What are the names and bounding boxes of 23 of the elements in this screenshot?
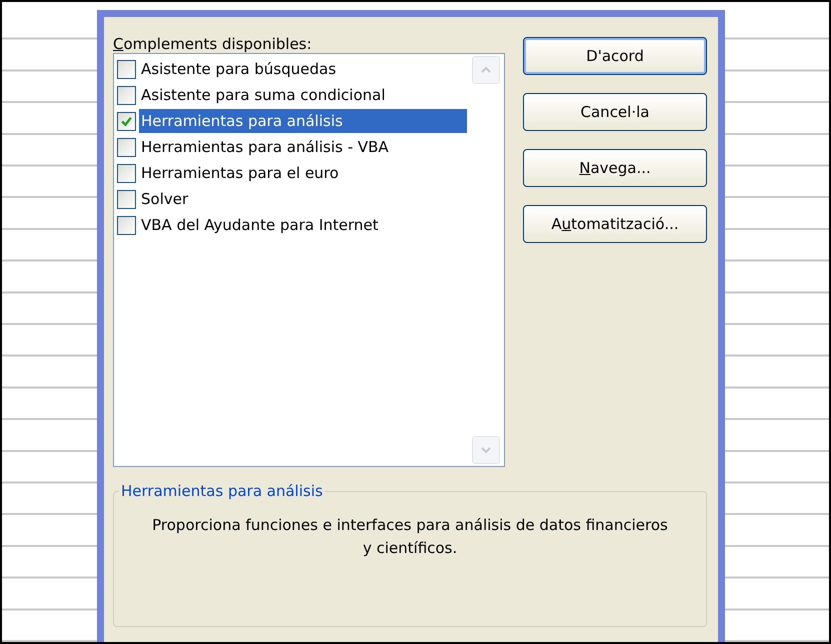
group-title: Herramientas para análisis <box>119 481 325 501</box>
list-item[interactable]: Herramientas para análisis <box>139 109 467 133</box>
dialog-button[interactable]: Cancel·la <box>523 93 707 131</box>
list-item[interactable]: Herramientas para el euro <box>139 161 467 185</box>
list-label: Complements disponibles: <box>113 36 313 53</box>
list-item[interactable]: Herramientas para análisis - VBA <box>139 135 467 159</box>
checkbox[interactable] <box>117 112 136 130</box>
dialog-button[interactable]: D'acord <box>523 37 707 75</box>
list-item[interactable]: VBA del Ayudante para Internet <box>139 213 467 237</box>
list-item[interactable]: Asistente para suma condicional <box>139 83 467 107</box>
description-text: Proporciona funciones e interfaces para análisis de datos financieros y científicos. <box>151 515 669 559</box>
checkbox[interactable] <box>117 138 136 156</box>
checkbox[interactable] <box>117 216 136 234</box>
dialog-button[interactable]: Automatització... <box>523 205 707 243</box>
checkbox[interactable] <box>117 60 136 78</box>
checkbox[interactable] <box>117 164 136 182</box>
dialog-button[interactable]: Navega... <box>523 149 707 187</box>
checkbox[interactable] <box>117 190 136 208</box>
checkmark-icon <box>120 114 133 128</box>
addins-list[interactable]: Asistente para búsquedas Asistente para suma condicional Herramientas para análisis Herramientas para análisis - VBA Herramientas para el euro Solver VBA del Ayudante para Internet <box>113 53 505 467</box>
list-item[interactable]: Asistente para búsquedas <box>139 57 467 81</box>
list-item[interactable]: Solver <box>139 187 467 211</box>
checkbox[interactable] <box>117 86 136 104</box>
